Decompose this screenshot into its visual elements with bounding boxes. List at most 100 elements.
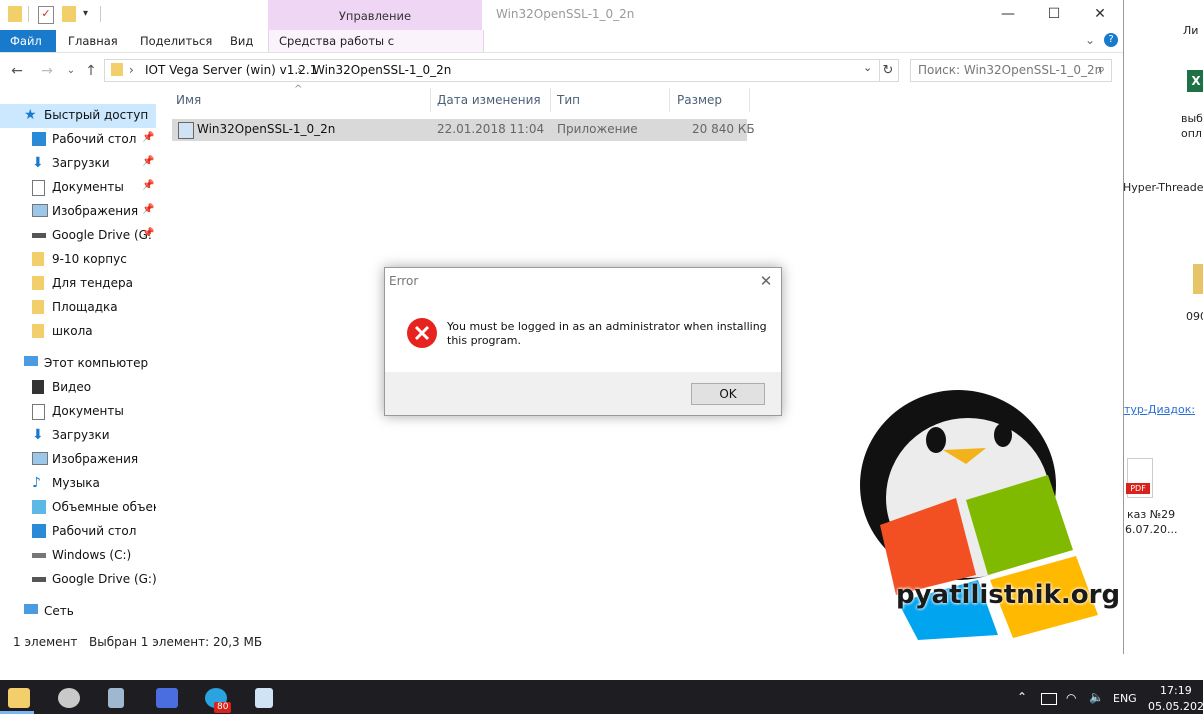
nav-item-drive-c[interactable]: Windows (C:) — [0, 544, 156, 568]
nav-item-desktop[interactable]: Рабочий стол 📌 — [0, 128, 156, 152]
nav-item-google-drive[interactable]: Google Drive (G: 📌 — [0, 224, 156, 248]
nav-item-drive-g[interactable]: Google Drive (G:) — [0, 568, 156, 592]
new-folder-icon[interactable] — [62, 6, 76, 22]
help-icon[interactable]: ? — [1104, 33, 1118, 47]
excel-icon[interactable]: X — [1187, 70, 1203, 92]
breadcrumb-segment[interactable]: IOT Vega Server (win) v1.2.1 — [145, 63, 317, 77]
volume-icon[interactable]: 🔈 — [1089, 690, 1104, 704]
pin-icon: 📌 — [142, 228, 155, 239]
nav-item-documents[interactable]: Документы 📌 — [0, 176, 156, 200]
column-header-date[interactable]: Дата изменения — [431, 88, 551, 112]
search-input[interactable]: Поиск: Win32OpenSSL-1_0_2n ⌕ — [910, 59, 1112, 82]
address-dropdown-icon[interactable]: ⌄ — [863, 61, 872, 74]
paint-taskbar-icon[interactable] — [58, 688, 80, 708]
tab-file[interactable]: Файл — [0, 30, 56, 52]
file-explorer-taskbar-icon[interactable] — [8, 688, 30, 708]
nav-item-3d-objects[interactable]: Объемные объекты — [0, 496, 156, 520]
nav-network[interactable]: Сеть — [0, 600, 156, 624]
folder-icon — [32, 252, 44, 266]
nav-quick-access[interactable]: ★ Быстрый доступ — [0, 104, 156, 128]
desktop-label: Ли — [1183, 24, 1199, 37]
address-bar[interactable]: › IOT Vega Server (win) v1.2.1 › Win32Op… — [104, 59, 880, 82]
tab-share[interactable]: Поделиться — [130, 30, 222, 52]
installer-taskbar-icon[interactable] — [255, 688, 273, 708]
calculator-taskbar-icon[interactable] — [108, 688, 124, 708]
video-icon — [32, 380, 44, 394]
customize-qat-icon[interactable]: ▾ — [83, 8, 88, 19]
nav-item-documents[interactable]: Документы — [0, 400, 156, 424]
column-header-type[interactable]: Тип — [551, 88, 670, 112]
installer-icon — [178, 122, 194, 139]
ribbon-collapse-icon[interactable]: ⌄ — [1085, 33, 1095, 47]
refresh-button[interactable]: ↻ — [878, 59, 899, 82]
cube-icon — [32, 500, 46, 514]
tab-view[interactable]: Вид — [220, 30, 263, 52]
nav-item-downloads[interactable]: ⬇ Загрузки — [0, 424, 156, 448]
pdf-icon[interactable]: PDF — [1126, 458, 1153, 498]
nav-item-folder[interactable]: 9-10 корпус — [0, 248, 156, 272]
tab-home[interactable]: Главная — [58, 30, 128, 52]
network-icon — [24, 604, 38, 614]
nav-item-music[interactable]: ♪ Музыка — [0, 472, 156, 496]
file-type: Приложение — [557, 122, 638, 136]
language-indicator[interactable]: ENG — [1113, 692, 1137, 705]
document-icon — [32, 180, 45, 196]
breadcrumb-segment[interactable]: Win32OpenSSL-1_0_2n — [313, 63, 451, 77]
desktop-background: Ли X выб опл. Hyper-Threaded 090 тур-Диа… — [1123, 0, 1203, 680]
nav-item-folder[interactable]: школа — [0, 320, 156, 344]
desktop-label: 090 — [1186, 310, 1203, 323]
download-icon: ⬇ — [32, 155, 44, 171]
desktop-label[interactable]: тур-Диадок: — [1124, 403, 1195, 416]
pin-icon: 📌 — [142, 180, 155, 191]
nav-item-folder[interactable]: Площадка — [0, 296, 156, 320]
chevron-up-icon[interactable]: ⌃ — [1017, 690, 1027, 704]
nav-item-folder[interactable]: Для тендера — [0, 272, 156, 296]
column-header-name[interactable]: Имя — [170, 88, 431, 112]
pin-icon: 📌 — [142, 156, 155, 167]
folder-icon[interactable] — [1193, 264, 1203, 294]
nav-item-downloads[interactable]: ⬇ Загрузки 📌 — [0, 152, 156, 176]
status-selected: Выбран 1 элемент: 20,3 МБ — [89, 635, 263, 649]
column-header-size[interactable]: Размер — [671, 88, 750, 112]
download-icon: ⬇ — [32, 427, 44, 443]
desktop-label: опл. — [1181, 127, 1203, 140]
nav-item-pictures[interactable]: Изображения 📌 — [0, 200, 156, 224]
properties-icon[interactable]: ✓ — [38, 6, 54, 24]
music-icon: ♪ — [32, 475, 41, 491]
pin-icon: 📌 — [142, 204, 155, 215]
tab-app-tools[interactable]: Средства работы с приложениями — [268, 30, 484, 70]
navigation-pane: ★ Быстрый доступ Рабочий стол 📌 ⬇ Загруз… — [0, 100, 156, 630]
dialog-close-button[interactable]: ✕ — [755, 270, 777, 292]
forward-arrow-icon[interactable]: → — [38, 62, 56, 80]
up-arrow-icon[interactable]: ↑ — [82, 62, 100, 80]
dialog-message: You must be logged in as an administrato… — [447, 320, 767, 347]
recent-chevron-icon[interactable]: ⌄ — [62, 62, 80, 80]
status-count: 1 элемент — [13, 635, 78, 649]
ok-button[interactable]: OK — [691, 383, 765, 405]
table-row[interactable]: Win32OpenSSL-1_0_2n 22.01.2018 11:04 При… — [172, 119, 755, 141]
nav-item-desktop[interactable]: Рабочий стол — [0, 520, 156, 544]
minimize-button[interactable]: — — [985, 0, 1031, 30]
close-button[interactable]: ✕ — [1077, 0, 1123, 30]
maximize-button[interactable]: ☐ — [1031, 0, 1077, 30]
battery-icon[interactable] — [1041, 693, 1057, 705]
search-placeholder: Поиск: Win32OpenSSL-1_0_2n — [918, 63, 1103, 77]
folder-icon — [32, 324, 44, 338]
clock-date[interactable]: 05.05.2021 — [1148, 700, 1203, 713]
breadcrumb-separator: › — [297, 63, 302, 77]
desktop-label: 6.07.20... — [1125, 523, 1178, 536]
back-arrow-icon[interactable]: ← — [8, 62, 26, 80]
folder-icon — [8, 6, 22, 22]
wifi-icon[interactable]: ◠ — [1066, 691, 1076, 705]
nav-this-pc[interactable]: Этот компьютер — [0, 352, 156, 376]
divider — [28, 6, 29, 22]
error-icon — [407, 318, 437, 348]
drive-icon — [32, 553, 46, 558]
window-title: Win32OpenSSL-1_0_2n — [496, 7, 635, 21]
nav-item-videos[interactable]: Видео — [0, 376, 156, 400]
app-taskbar-icon[interactable] — [156, 688, 178, 708]
folder-icon — [111, 63, 123, 76]
nav-item-pictures[interactable]: Изображения — [0, 448, 156, 472]
file-name: Win32OpenSSL-1_0_2n — [197, 122, 336, 136]
clock-time[interactable]: 17:19 — [1160, 684, 1192, 697]
